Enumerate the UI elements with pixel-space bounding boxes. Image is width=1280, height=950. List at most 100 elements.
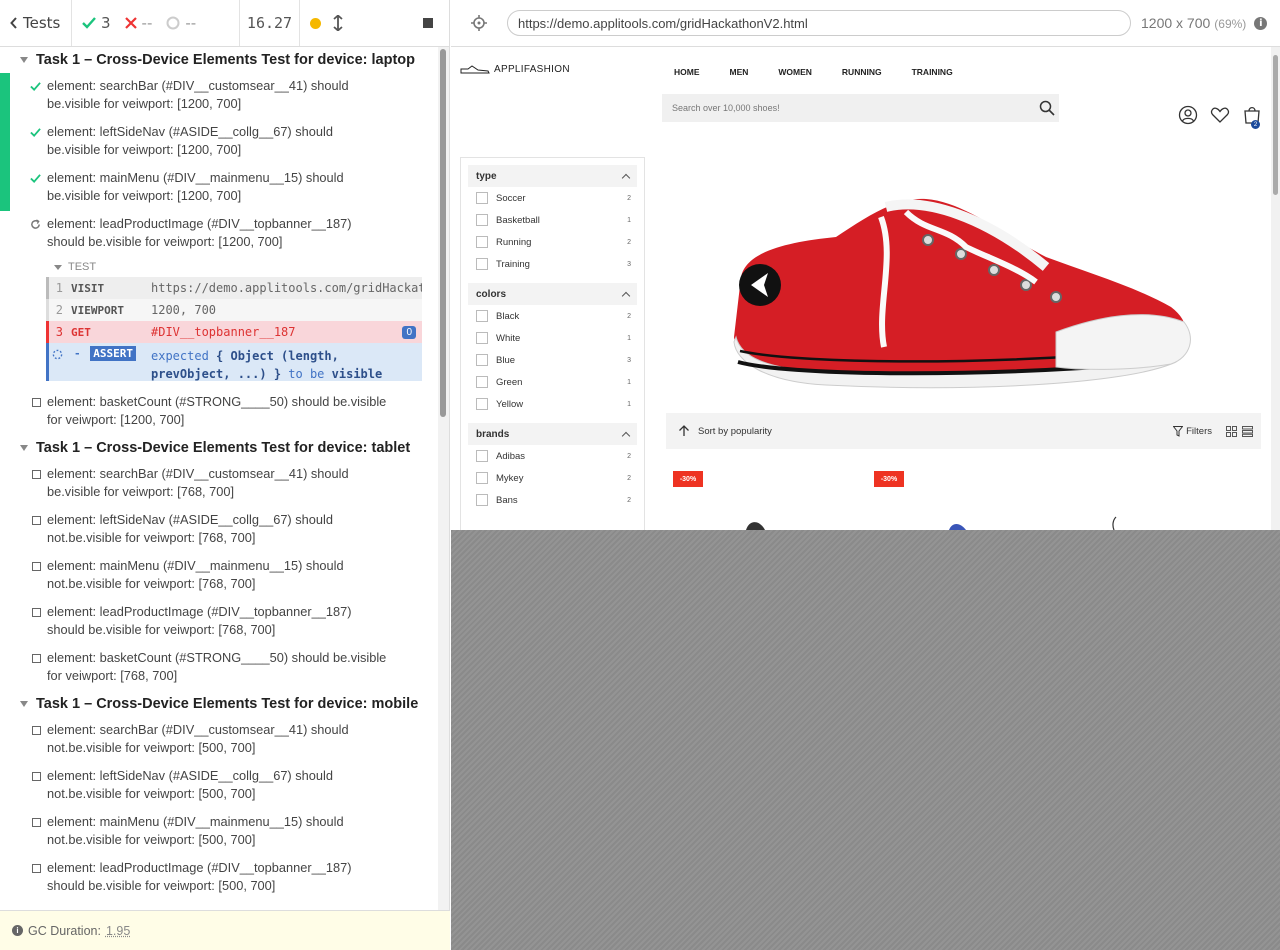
filter-option[interactable]: Mykey 2 — [468, 467, 637, 489]
command-row[interactable]: 2 VIEWPORT 1200, 700 — [46, 299, 422, 321]
assert-to-be: to be — [288, 367, 325, 381]
filter-option[interactable]: Bans 2 — [468, 489, 637, 511]
run-controls — [300, 0, 450, 46]
checkbox[interactable] — [476, 310, 488, 322]
arrow-up-icon[interactable] — [678, 425, 690, 437]
nav-item-running[interactable]: RUNNING — [842, 67, 882, 77]
checkbox[interactable] — [476, 192, 488, 204]
passed-stat: 3 — [82, 14, 111, 32]
heart-icon[interactable] — [1210, 105, 1230, 125]
user-icon[interactable] — [1178, 105, 1198, 125]
checkbox[interactable] — [476, 354, 488, 366]
nav-item-women[interactable]: WOMEN — [778, 67, 812, 77]
test-row[interactable]: element: mainMenu (#DIV__mainmenu__15) s… — [0, 165, 438, 211]
run-duration: 16.27 — [240, 0, 300, 46]
filter-option[interactable]: Green 1 — [468, 371, 637, 393]
checkbox[interactable] — [476, 214, 488, 226]
shoe-logo-icon — [460, 64, 490, 73]
filter-header[interactable]: colors — [468, 283, 637, 305]
test-row[interactable]: element: basketCount (#STRONG____50) sho… — [0, 389, 438, 435]
scrollbar-thumb[interactable] — [1273, 55, 1278, 195]
filter-option[interactable]: White 1 — [468, 327, 637, 349]
stop-button[interactable] — [423, 18, 433, 28]
viewport-size[interactable]: 1200 x 700 (69%) — [1141, 15, 1246, 31]
test-row[interactable]: element: leadProductImage (#DIV__topbann… — [0, 599, 438, 645]
auto-scroll-icon[interactable] — [333, 15, 343, 31]
test-row[interactable]: element: searchBar (#DIV__customsear__41… — [0, 717, 438, 763]
app-scrollbar[interactable] — [1271, 47, 1280, 530]
gc-value[interactable]: 1.95 — [106, 924, 130, 938]
test-row[interactable]: element: mainMenu (#DIV__mainmenu__15) s… — [0, 553, 438, 599]
command-log-heading[interactable]: TEST — [46, 257, 422, 277]
test-row[interactable]: element: leadProductImage (#DIV__topbann… — [0, 211, 438, 257]
product-thumbnail[interactable] — [741, 517, 771, 530]
viewport-scale: (69%) — [1214, 17, 1247, 31]
back-to-tests-button[interactable]: Tests — [0, 0, 72, 46]
checkbox[interactable] — [476, 472, 488, 484]
list-view-icon[interactable] — [1242, 425, 1253, 437]
search-bar[interactable]: Search over 10,000 shoes! — [662, 94, 1059, 122]
test-row[interactable]: element: searchBar (#DIV__customsear__41… — [0, 73, 438, 119]
test-row[interactable]: element: leftSideNav (#ASIDE__collg__67)… — [0, 763, 438, 809]
filter-option[interactable]: Blue 3 — [468, 349, 637, 371]
filter-option[interactable]: Adibas 2 — [468, 445, 637, 467]
product-thumbnail[interactable] — [1106, 515, 1121, 530]
command-row-failed[interactable]: 3 GET #DIV__topbanner__187 0 — [46, 321, 422, 343]
checkbox-icon — [32, 608, 41, 617]
test-row[interactable]: element: leftSideNav (#ASIDE__collg__67)… — [0, 507, 438, 553]
reporter-scrollbar[interactable] — [438, 47, 450, 910]
search-icon[interactable] — [1039, 100, 1055, 116]
command-row-pending[interactable]: - ASSERT expected { Object (length, prev… — [46, 343, 422, 381]
checkbox[interactable] — [476, 236, 488, 248]
product-thumbnail[interactable] — [946, 520, 971, 530]
checkbox[interactable] — [476, 332, 488, 344]
filter-label: Basketball — [496, 214, 540, 226]
test-row[interactable]: element: leftSideNav (#ASIDE__collg__67)… — [0, 119, 438, 165]
suite-title[interactable]: Task 1 – Cross-Device Elements Test for … — [0, 691, 438, 717]
checkbox-icon — [32, 864, 41, 873]
nav-item-home[interactable]: HOME — [674, 67, 700, 77]
command-row[interactable]: 1 VISIT https://demo.applitools.com/grid… — [46, 277, 422, 299]
checkbox[interactable] — [476, 398, 488, 410]
command-number: 3 — [55, 325, 63, 339]
test-row[interactable]: element: basketCount (#STRONG____50) sho… — [0, 645, 438, 691]
test-row[interactable]: element: leadProductImage (#DIV__topbann… — [0, 855, 438, 901]
info-icon[interactable]: i — [1254, 16, 1268, 30]
test-row[interactable]: element: mainMenu (#DIV__mainmenu__15) s… — [0, 809, 438, 855]
nav-item-men[interactable]: MEN — [730, 67, 749, 77]
filter-option[interactable]: Black 2 — [468, 305, 637, 327]
checkbox[interactable] — [476, 258, 488, 270]
selector-playground-button[interactable] — [451, 15, 507, 31]
checkbox[interactable] — [476, 450, 488, 462]
url-field[interactable]: https://demo.applitools.com/gridHackatho… — [507, 10, 1131, 36]
grid-view-icon[interactable] — [1226, 425, 1237, 437]
checkbox-icon — [32, 726, 41, 735]
applifashion-logo[interactable]: APPLIFASHION — [460, 64, 570, 75]
filter-option[interactable]: Training 3 — [468, 253, 637, 275]
test-title-line: element: leadProductImage (#DIV__topbann… — [47, 860, 352, 875]
check-icon — [30, 128, 41, 138]
suite-title[interactable]: Task 1 – Cross-Device Elements Test for … — [0, 47, 438, 73]
lead-product-image[interactable] — [666, 157, 1212, 417]
test-title-line: be.visible for veiwport: [1200, 700] — [47, 142, 242, 157]
checkbox[interactable] — [476, 494, 488, 506]
app-preview: APPLIFASHION HOME MEN WOMEN RUNNING TRAI… — [451, 47, 1280, 530]
sort-label[interactable]: Sort by popularity — [698, 426, 772, 437]
filter-option[interactable]: Running 2 — [468, 231, 637, 253]
suite-title[interactable]: Task 1 – Cross-Device Elements Test for … — [0, 435, 438, 461]
filter-option[interactable]: Basketball 1 — [468, 209, 637, 231]
test-row[interactable]: element: searchBar (#DIV__customsear__41… — [0, 461, 438, 507]
check-icon — [30, 174, 41, 184]
nav-item-training[interactable]: TRAINING — [912, 67, 953, 77]
filter-option[interactable]: Soccer 2 — [468, 187, 637, 209]
sortbar-actions: Filters — [1173, 425, 1253, 437]
filter-header[interactable]: brands — [468, 423, 637, 445]
filter-header[interactable]: type — [468, 165, 637, 187]
scrollbar-thumb[interactable] — [440, 49, 446, 417]
collapse-caret-icon — [20, 57, 28, 63]
chevron-left-icon — [10, 17, 17, 29]
search-placeholder: Search over 10,000 shoes! — [672, 103, 780, 113]
filter-option[interactable]: Yellow 1 — [468, 393, 637, 415]
filters-button[interactable]: Filters — [1173, 425, 1212, 437]
checkbox[interactable] — [476, 376, 488, 388]
